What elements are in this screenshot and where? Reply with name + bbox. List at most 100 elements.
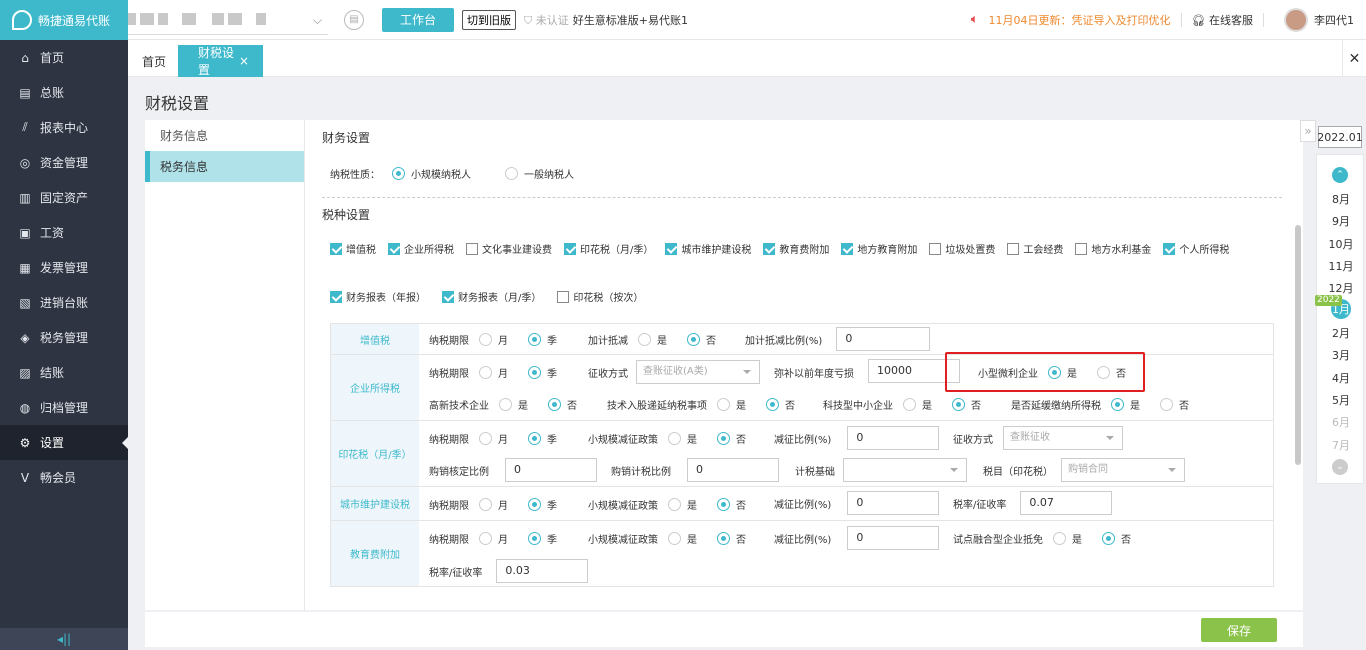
urban-rate-input[interactable]: 0.07 xyxy=(1020,491,1113,515)
stamp-policy-yes-radio[interactable] xyxy=(668,432,681,445)
tax-checkbox-item[interactable]: 财务报表（年报） xyxy=(330,289,426,304)
sidebar-item-7[interactable]: ▧ 进销台账 xyxy=(0,285,128,320)
username[interactable]: 李四代1 xyxy=(1314,12,1354,28)
month-item[interactable]: 6月 xyxy=(1317,414,1365,430)
sidebar-item-3[interactable]: ◎ 资金管理 xyxy=(0,145,128,180)
edu-reduce-input[interactable]: 0 xyxy=(847,526,940,550)
stamp-period-month-radio[interactable] xyxy=(479,432,492,445)
stamp-period-quarter-radio[interactable] xyxy=(528,432,541,445)
month-item[interactable]: 7月 xyxy=(1317,437,1365,453)
content-scrollbar[interactable] xyxy=(1295,225,1301,465)
close-icon[interactable]: × xyxy=(239,54,249,68)
sidebar-item-11[interactable]: ⚙ 设置 xyxy=(0,425,128,460)
urban-period-month-radio[interactable] xyxy=(479,498,492,511)
company-selector[interactable]: ⌵ xyxy=(128,5,328,35)
month-item[interactable]: 4月 xyxy=(1317,370,1365,386)
checkbox[interactable] xyxy=(665,242,678,255)
stamp-tax-item-select[interactable]: 购销合同 xyxy=(1061,458,1185,482)
expand-month-panel-icon[interactable]: » xyxy=(1300,120,1316,142)
month-item[interactable]: 5月 xyxy=(1317,392,1365,408)
stamp-reduce-input[interactable]: 0 xyxy=(847,426,940,450)
cit-hightech-yes-radio[interactable] xyxy=(499,398,512,411)
month-item[interactable]: 11月 xyxy=(1317,258,1365,274)
checkbox[interactable] xyxy=(330,242,342,255)
cit-tech-shares-no-radio[interactable] xyxy=(766,398,779,411)
edu-policy-no-radio[interactable] xyxy=(717,532,730,545)
edu-policy-yes-radio[interactable] xyxy=(668,532,681,545)
tax-checkbox-item[interactable]: 增值税 xyxy=(330,241,376,256)
urban-policy-no-radio[interactable] xyxy=(717,498,730,511)
scroll-up-icon[interactable]: ⌃ xyxy=(1332,167,1348,183)
checkbox[interactable] xyxy=(388,242,400,255)
checkbox[interactable] xyxy=(442,290,454,303)
tax-checkbox-item[interactable]: 企业所得税 xyxy=(388,241,454,256)
month-item[interactable]: 3月 xyxy=(1317,347,1365,363)
sidebar-item-1[interactable]: ▤ 总账 xyxy=(0,75,128,110)
tax-checkbox-item[interactable]: 垃圾处置费 xyxy=(929,241,995,256)
cit-tech-sme-no-radio[interactable] xyxy=(952,398,965,411)
tab-fiscal-settings[interactable]: 财税设置 × xyxy=(178,45,263,77)
vat-period-quarter-radio[interactable] xyxy=(528,333,541,346)
month-item[interactable]: 2月 xyxy=(1317,325,1365,341)
close-all-tabs-icon[interactable]: ✕ xyxy=(1342,40,1366,77)
tax-checkbox-item[interactable]: 印花税（月/季） xyxy=(564,241,653,256)
cit-defer-no-radio[interactable] xyxy=(1160,398,1173,411)
cit-tech-sme-yes-radio[interactable] xyxy=(903,398,916,411)
edu-rate-input[interactable]: 0.03 xyxy=(496,559,589,583)
cit-defer-yes-radio[interactable] xyxy=(1111,398,1124,411)
tax-checkbox-item[interactable]: 印花税（按次） xyxy=(557,289,643,304)
checkbox[interactable] xyxy=(763,242,776,255)
tax-checkbox-item[interactable]: 工会经费 xyxy=(1007,241,1063,256)
general-taxpayer-radio[interactable] xyxy=(505,167,518,180)
cit-collect-select[interactable]: 查账征收(A类) xyxy=(636,360,760,384)
sidebar-item-2[interactable]: ⫽ 报表中心 xyxy=(0,110,128,145)
urban-policy-yes-radio[interactable] xyxy=(668,498,681,511)
sidebar-item-6[interactable]: ▦ 发票管理 xyxy=(0,250,128,285)
switch-old-version-button[interactable]: 切到旧版 xyxy=(462,9,516,30)
sidebar-item-8[interactable]: ◈ 税务管理 xyxy=(0,320,128,355)
avatar[interactable] xyxy=(1284,7,1308,32)
stamp-tax-basis-select[interactable] xyxy=(843,458,967,482)
month-item[interactable]: 10月 xyxy=(1317,236,1365,252)
tab-home[interactable]: 首页 xyxy=(128,45,180,77)
sidebar-item-9[interactable]: ▨ 结账 xyxy=(0,355,128,390)
sidebar-item-4[interactable]: ▥ 固定资产 xyxy=(0,180,128,215)
vat-add-deduct-yes-radio[interactable] xyxy=(638,333,651,346)
edu-period-quarter-radio[interactable] xyxy=(528,532,541,545)
edu-period-month-radio[interactable] xyxy=(479,532,492,545)
checkbox[interactable] xyxy=(841,242,854,255)
cit-tech-shares-yes-radio[interactable] xyxy=(717,398,730,411)
sidebar-item-10[interactable]: ◍ 归档管理 xyxy=(0,390,128,425)
sidebar-item-12[interactable]: V 畅会员 xyxy=(0,460,128,495)
period-year-box[interactable]: 2022.01 xyxy=(1317,126,1363,148)
save-button[interactable]: 保存 xyxy=(1201,618,1277,642)
cit-hightech-no-radio[interactable] xyxy=(548,398,561,411)
stamp-collect-select[interactable]: 查账征收 xyxy=(1003,426,1123,450)
edu-pilot-yes-radio[interactable] xyxy=(1053,532,1066,545)
leftnav-finance-info[interactable]: 财务信息 xyxy=(145,120,304,151)
tax-checkbox-item[interactable]: 地方教育附加 xyxy=(841,241,917,256)
update-notice[interactable]: 🔈︎ 11月04日更新：凭证导入及打印优化 xyxy=(971,12,1171,28)
stamp-policy-no-radio[interactable] xyxy=(717,432,730,445)
sidebar-item-0[interactable]: ⌂ 首页 xyxy=(0,40,128,75)
logo[interactable]: 畅捷通易代账 xyxy=(0,0,128,40)
online-service-link[interactable]: 🎧︎ 在线客服 xyxy=(1192,12,1253,28)
checkbox[interactable] xyxy=(330,290,342,303)
scroll-down-icon[interactable]: ⌄ xyxy=(1332,459,1348,475)
stamp-purchase-tax-input[interactable]: 0 xyxy=(687,458,779,482)
edu-pilot-no-radio[interactable] xyxy=(1102,532,1115,545)
tax-checkbox-item[interactable]: 教育费附加 xyxy=(763,241,829,256)
vat-add-deduct-no-radio[interactable] xyxy=(687,333,700,346)
checkbox[interactable] xyxy=(1007,242,1020,255)
vat-add-ratio-input[interactable]: 0 xyxy=(836,327,931,351)
month-item[interactable]: 12月 xyxy=(1317,280,1365,296)
tax-checkbox-item[interactable]: 财务报表（月/季） xyxy=(442,289,541,304)
tax-checkbox-item[interactable]: 文化事业建设费 xyxy=(466,241,552,256)
small-scale-radio[interactable] xyxy=(392,167,405,180)
sidebar-collapse-button[interactable]: ◂|| xyxy=(0,628,128,650)
month-item[interactable]: 9月 xyxy=(1317,213,1365,229)
checkbox[interactable] xyxy=(1163,242,1176,255)
urban-period-quarter-radio[interactable] xyxy=(528,498,541,511)
document-icon[interactable]: ▤ xyxy=(344,9,364,30)
checkbox[interactable] xyxy=(929,242,942,255)
